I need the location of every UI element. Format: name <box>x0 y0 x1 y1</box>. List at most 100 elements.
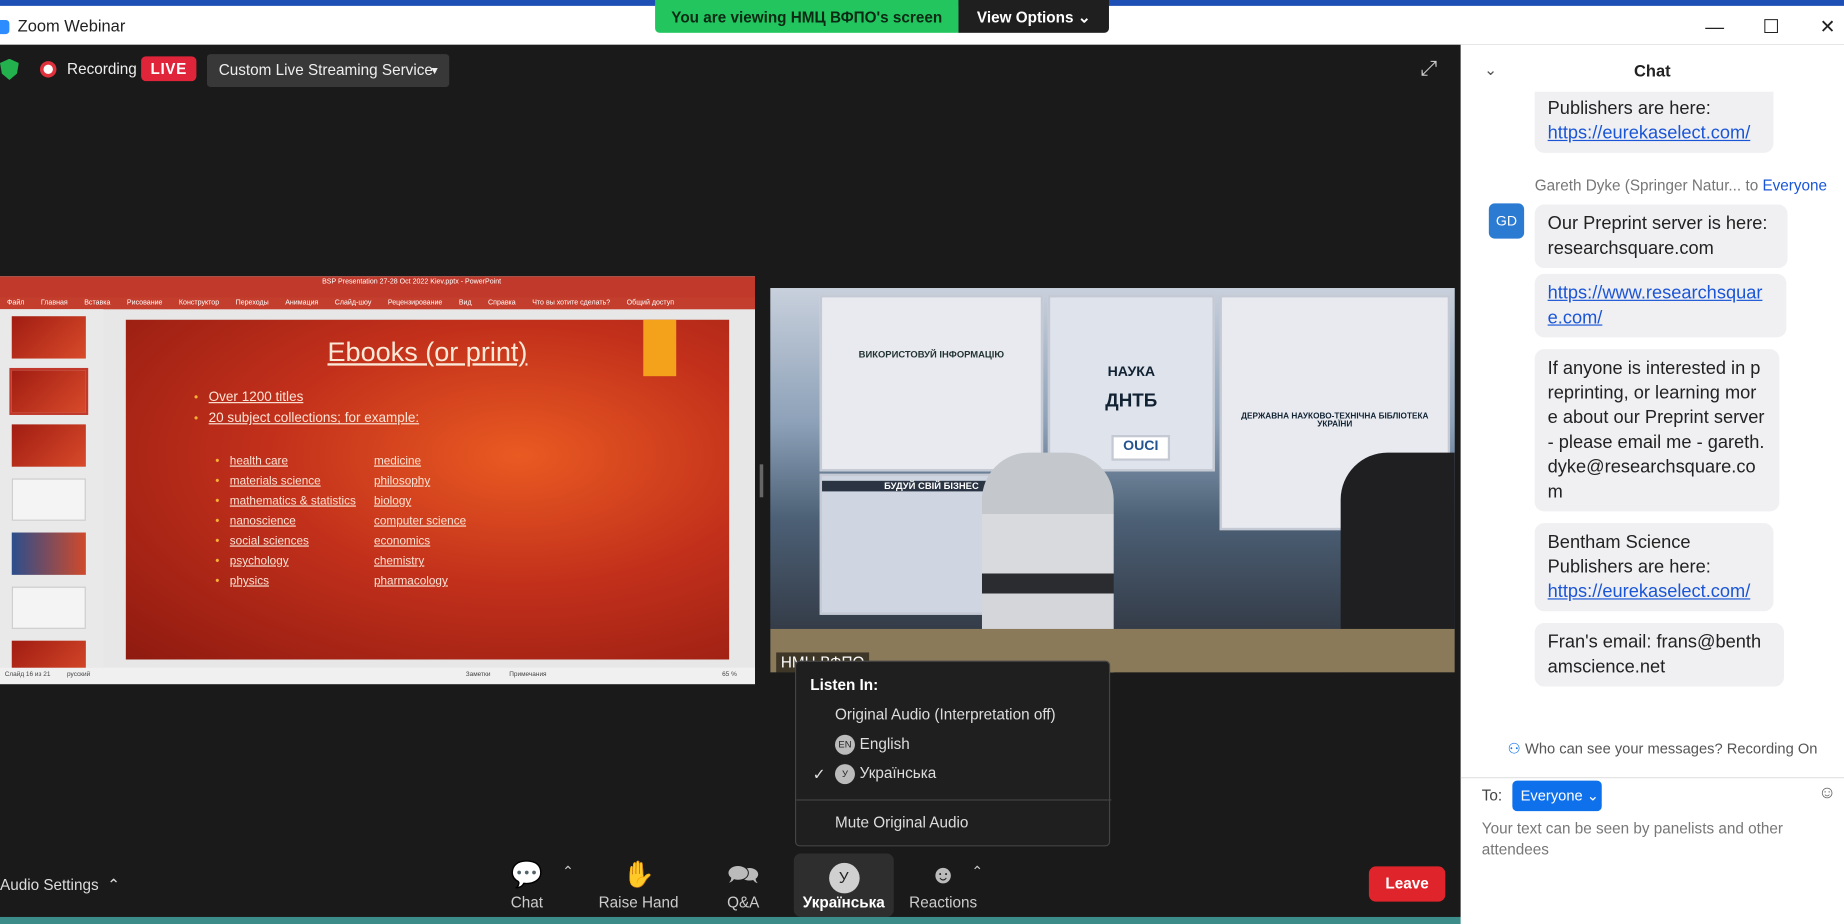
sender-target[interactable]: Everyone <box>1762 176 1827 194</box>
chat-message: Fran's email: frans@benthamscience.net <box>1534 623 1785 687</box>
ppt-menu-item: Главная <box>40 299 68 307</box>
slide-bullet: • Over 1200 titles <box>194 390 304 405</box>
interpretation-language-button[interactable]: У Українська <box>793 853 894 917</box>
chat-divider <box>1460 777 1844 779</box>
subject-label: materials science <box>229 474 321 488</box>
slide-subject-item: chemistry <box>374 549 424 570</box>
chat-message: Publishers are here: https://eurekaselec… <box>1534 91 1774 153</box>
chat-message: https://www.researchsquare.com/ <box>1534 273 1787 338</box>
zoom-logo-icon <box>0 19 10 35</box>
fullscreen-expand-icon[interactable]: ⤢ <box>1421 56 1447 82</box>
audio-settings-button[interactable]: Audio Settings ⌃ <box>0 876 120 895</box>
language-badge-icon: У <box>794 858 894 894</box>
person-eye-icon: ⚇ <box>1507 740 1521 758</box>
chat-message: Our Preprint server is here: researchsqu… <box>1534 204 1788 269</box>
recipient-dropdown[interactable]: Everyone ⌄ <box>1512 780 1602 812</box>
view-options-button[interactable]: View Options ⌄ <box>958 0 1109 33</box>
recipient-label: Everyone <box>1520 787 1583 805</box>
recording-label[interactable]: Recording <box>67 60 137 78</box>
ppt-menu-item: Анимация <box>285 299 319 307</box>
hand-icon: ✋ <box>622 859 655 889</box>
qa-button[interactable]: 🗪 Q&A <box>696 858 790 917</box>
slide-thumbnail <box>9 367 89 415</box>
slide-title: Ebooks (or print) <box>327 336 528 367</box>
slide-subject-item: • materials science <box>215 474 321 488</box>
slide-subject-item: medicine <box>374 449 421 470</box>
streaming-service-dropdown[interactable]: Custom Live Streaming Service ▼ <box>206 54 450 87</box>
original-audio-option[interactable]: Original Audio (Interpretation off) <box>835 705 1056 723</box>
slide-subject-item: computer science <box>374 509 466 530</box>
slide-counter: Слайд 16 из 21 <box>4 671 51 679</box>
chat-toolbar-button[interactable]: 💬 Chat <box>480 858 574 917</box>
speaker-video[interactable]: ВИКОРИСТОВУЙ ІНФОРМАЦІЮ НАУКА ДНТБ ДЕРЖА… <box>770 288 1455 673</box>
chat-options-chevron-icon[interactable]: ⌃ <box>562 863 574 879</box>
slide-subject-item: economics <box>374 529 430 550</box>
subject-label: chemistry <box>373 554 425 568</box>
subject-label: mathematics & statistics <box>229 494 356 508</box>
live-badge[interactable]: LIVE <box>141 56 197 82</box>
zoom-window: Zoom Webinar — ☐ ✕ You are viewing НМЦ В… <box>0 0 1844 924</box>
subject-label: health care <box>229 454 288 468</box>
chevron-down-icon: ▼ <box>429 64 440 77</box>
minimize-button[interactable]: — <box>1686 11 1742 46</box>
message-link[interactable]: https://www.researchsquare.com/ <box>1548 283 1763 328</box>
message-visibility-info[interactable]: ⚇ Who can see your messages? Recording O… <box>1508 739 1844 757</box>
slide-bullet-text: Over 1200 titles <box>208 390 304 405</box>
slide-thumbnail <box>11 586 86 629</box>
message-link[interactable]: https://eurekaselect.com/ <box>1548 582 1751 602</box>
ppt-menu-item: Переходы <box>235 299 269 307</box>
slide-subject-item: philosophy <box>374 469 430 490</box>
message-text: Publishers are here: <box>1547 98 1711 119</box>
subject-label: pharmacology <box>373 574 448 588</box>
slide-bullet: • 20 subject collections; for example: <box>194 411 420 426</box>
listen-in-header: Listen In: <box>810 675 879 694</box>
slide-subject-item: pharmacology <box>374 569 448 590</box>
viewing-screen-label: You are viewing НМЦ ВФПО's screen <box>655 0 959 33</box>
security-shield-icon[interactable] <box>0 58 19 80</box>
split-resize-handle[interactable] <box>759 464 764 498</box>
english-label: English <box>859 734 910 753</box>
ppt-file-title: BSP Presentation 27-28 Oct 2022 Kiev.ppt… <box>322 278 502 286</box>
slide-thumbnail <box>11 424 86 467</box>
current-slide: Ebooks (or print) • Over 1200 titles • 2… <box>125 319 730 660</box>
ukrainian-option[interactable]: У Українська <box>834 764 937 785</box>
chat-toolbar-label: Chat <box>510 893 544 912</box>
chevron-up-icon: ⌃ <box>107 875 120 894</box>
chat-input[interactable]: Your text can be seen by panelists and o… <box>1482 818 1823 860</box>
video-poster: OUCI <box>1111 434 1171 461</box>
visibility-label: Who can see your messages? Recording On <box>1524 740 1818 758</box>
menu-divider <box>796 799 1112 801</box>
qa-bubbles-icon: 🗪 <box>727 859 760 889</box>
qa-label: Q&A <box>727 893 760 912</box>
chat-message: Bentham Science Publishers are here: htt… <box>1534 523 1774 612</box>
to-label: To: <box>1481 786 1503 805</box>
ppt-menu-item: Общий доступ <box>626 299 675 307</box>
reactions-chevron-icon[interactable]: ⌃ <box>971 863 983 879</box>
slide-subject-item: biology <box>374 489 411 510</box>
ukrainian-label: Українська <box>859 764 937 782</box>
message-link[interactable]: https://eurekaselect.com/ <box>1548 123 1751 143</box>
slide-thumbnail <box>11 478 86 521</box>
subject-label: physics <box>229 574 270 588</box>
english-option[interactable]: EN English <box>834 734 910 755</box>
slide-thumbnail <box>11 316 86 359</box>
mute-original-audio-option[interactable]: Mute Original Audio <box>835 813 968 831</box>
viewing-banner: You are viewing НМЦ ВФПО's screen View O… <box>655 0 1109 33</box>
chat-message: If anyone is interested in preprinting, … <box>1534 349 1780 512</box>
recording-icon <box>39 61 57 78</box>
subject-label: economics <box>373 534 431 548</box>
ppt-menu-item: Вид <box>458 299 472 307</box>
chat-title: Chat <box>1634 61 1671 80</box>
slide-subject-item: • physics <box>215 574 270 588</box>
maximize-button[interactable]: ☐ <box>1743 11 1799 46</box>
raise-hand-button[interactable]: ✋ Raise Hand <box>592 858 686 917</box>
slide-subject-item: • psychology <box>215 554 289 568</box>
leave-button[interactable]: Leave <box>1368 866 1446 902</box>
emoji-icon[interactable]: ☺ <box>1818 783 1836 803</box>
subject-label: psychology <box>229 554 289 568</box>
slide-subject-item: • nanoscience <box>215 514 296 528</box>
chat-panel: ⌄ Chat Publishers are here: https://eure… <box>1460 44 1844 924</box>
poster-text: ВИКОРИСТОВУЙ ІНФОРМАЦІЮ <box>858 349 1005 360</box>
video-poster: ВИКОРИСТОВУЙ ІНФОРМАЦІЮ <box>819 295 1044 472</box>
close-button[interactable]: ✕ <box>1799 11 1844 46</box>
